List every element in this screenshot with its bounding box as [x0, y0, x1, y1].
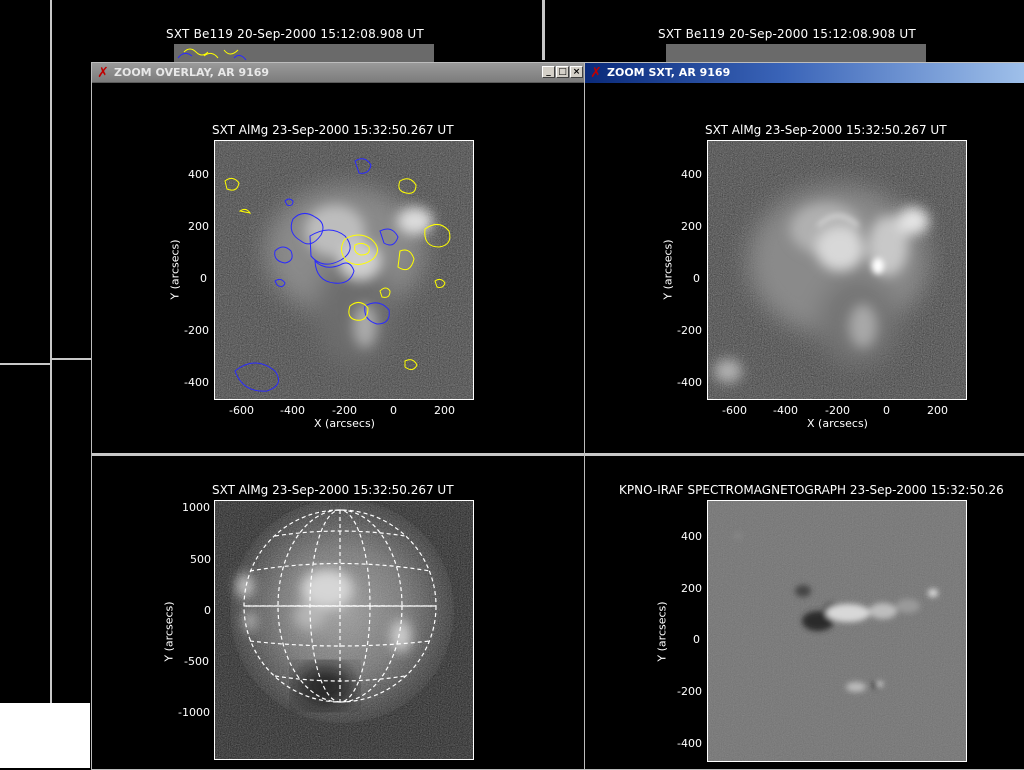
- y-tick: 500: [190, 553, 211, 566]
- y-tick: 400: [188, 168, 209, 181]
- y-tick: -400: [677, 376, 702, 389]
- y-tick: 1000: [182, 501, 210, 514]
- x-tick: -400: [773, 404, 798, 417]
- background-plot-title: SXT Be119 20-Sep-2000 15:12:08.908 UT: [166, 27, 424, 41]
- idl-x-icon[interactable]: ✗: [96, 65, 110, 81]
- y-tick: -1000: [178, 706, 210, 719]
- full-disk-image: [214, 500, 474, 760]
- zoom-overlay-window[interactable]: ✗ ZOOM OVERLAY, AR 9169 _ □ × SXT AlMg 2…: [91, 62, 586, 770]
- y-tick: -400: [184, 376, 209, 389]
- y-tick: -400: [677, 737, 702, 750]
- plot-title: SXT AlMg 23-Sep-2000 15:32:50.267 UT: [212, 483, 454, 497]
- x-tick: 0: [883, 404, 890, 417]
- y-tick: 200: [681, 582, 702, 595]
- plot-title: SXT AlMg 23-Sep-2000 15:32:50.267 UT: [705, 123, 947, 137]
- y-tick: 200: [681, 220, 702, 233]
- x-axis-label: X (arcsecs): [314, 417, 375, 430]
- y-tick: -200: [184, 324, 209, 337]
- minimize-button[interactable]: _: [542, 66, 555, 78]
- background-divider: [0, 363, 50, 365]
- background-plot-title: SXT Be119 20-Sep-2000 15:12:08.908 UT: [658, 27, 916, 41]
- y-tick: 0: [693, 272, 700, 285]
- maximize-button[interactable]: □: [556, 66, 569, 78]
- magnetogram-image: [707, 500, 967, 762]
- x-tick: -400: [280, 404, 305, 417]
- window-title: ZOOM SXT, AR 9169: [607, 63, 730, 83]
- overlay-image: [214, 140, 474, 400]
- y-tick: 0: [204, 604, 211, 617]
- y-axis-label: Y (arcsecs): [163, 597, 176, 667]
- plot-title: SXT AlMg 23-Sep-2000 15:32:50.267 UT: [212, 123, 454, 137]
- x-tick: -200: [332, 404, 357, 417]
- background-plot-image: [666, 44, 926, 64]
- panel-divider: [92, 453, 585, 456]
- close-button[interactable]: ×: [570, 66, 583, 78]
- y-tick: 0: [693, 633, 700, 646]
- zoom-sxt-titlebar[interactable]: ✗ ZOOM SXT, AR 9169: [585, 63, 1024, 83]
- x-axis-label: X (arcsecs): [807, 417, 868, 430]
- x-tick: -600: [229, 404, 254, 417]
- y-axis-label: Y (arcsecs): [656, 597, 669, 667]
- x-tick: -600: [722, 404, 747, 417]
- y-tick: 200: [188, 220, 209, 233]
- panel-divider: [585, 453, 1024, 456]
- background-divider: [542, 0, 545, 60]
- background-divider: [52, 358, 92, 360]
- y-axis-label: Y (arcsecs): [662, 235, 675, 305]
- window-title: ZOOM OVERLAY, AR 9169: [114, 63, 269, 83]
- x-tick: 0: [390, 404, 397, 417]
- background-white-area: [0, 703, 90, 768]
- y-tick: -200: [677, 685, 702, 698]
- x-tick: 200: [927, 404, 948, 417]
- idl-x-icon[interactable]: ✗: [589, 65, 603, 81]
- y-tick: 400: [681, 168, 702, 181]
- y-tick: -500: [184, 655, 209, 668]
- background-plot-image: [174, 44, 434, 64]
- y-tick: 0: [200, 272, 207, 285]
- y-tick: 400: [681, 530, 702, 543]
- plot-title: KPNO-IRAF SPECTROMAGNETOGRAPH 23-Sep-200…: [619, 483, 1004, 497]
- zoom-sxt-image: [707, 140, 967, 400]
- background-divider: [50, 0, 52, 703]
- y-axis-label: Y (arcsecs): [169, 235, 182, 305]
- zoom-sxt-window[interactable]: ✗ ZOOM SXT, AR 9169 SXT AlMg 23-Sep-2000…: [584, 62, 1024, 770]
- x-tick: 200: [434, 404, 455, 417]
- y-tick: -200: [677, 324, 702, 337]
- x-tick: -200: [825, 404, 850, 417]
- zoom-overlay-titlebar[interactable]: ✗ ZOOM OVERLAY, AR 9169 _ □ ×: [92, 63, 585, 83]
